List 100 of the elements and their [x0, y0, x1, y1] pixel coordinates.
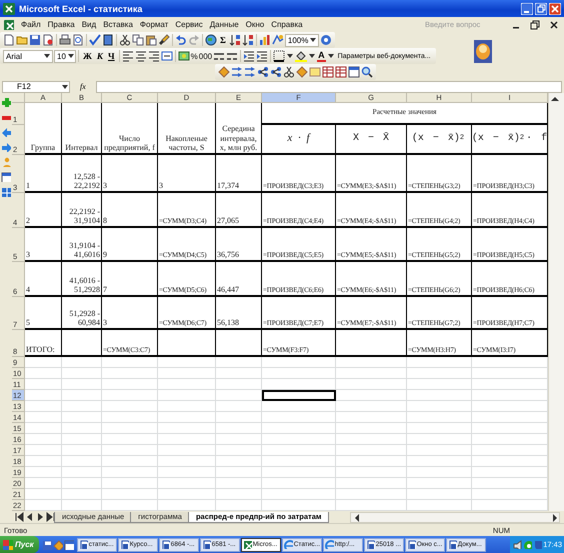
borders-icon[interactable]: [273, 50, 286, 62]
table-icon[interactable]: [322, 66, 334, 78]
printer-icon[interactable]: [59, 34, 71, 46]
sum-button[interactable]: Σ: [218, 35, 228, 45]
vertical-scrollbar[interactable]: [548, 93, 564, 511]
table-cell: Середина интервала, x, млн руб.: [216, 103, 262, 155]
first-sheet-icon[interactable]: [14, 511, 24, 523]
table-cell: Группа: [25, 103, 62, 155]
folder-icon[interactable]: [16, 34, 28, 46]
note-icon[interactable]: [309, 66, 321, 78]
table-cell: 1: [25, 155, 62, 193]
document-icon: [78, 540, 88, 549]
table-cell: 51,2928 - 60,984: [62, 297, 102, 330]
table-cell: 41,6016 - 51,2928: [62, 262, 102, 297]
underline-button[interactable]: Ч: [106, 51, 117, 61]
align-right-icon[interactable]: [148, 50, 160, 62]
sort-descending-icon[interactable]: [242, 34, 254, 46]
table-cell: 4: [25, 262, 62, 297]
brush-icon[interactable]: [158, 34, 170, 46]
table-cell: 5: [25, 297, 62, 330]
table-cell: 3: [102, 155, 158, 193]
align-center-icon[interactable]: [134, 50, 147, 62]
arrows-icon[interactable]: [231, 66, 243, 78]
bar-chart-icon[interactable]: [258, 34, 271, 46]
window-icon[interactable]: [1, 172, 11, 182]
menu-item[interactable]: Вид: [82, 20, 96, 29]
speaker-icon[interactable]: [513, 540, 522, 549]
new-document-icon[interactable]: [3, 34, 15, 46]
table-cell: 8: [102, 193, 158, 228]
restore-icon[interactable]: [529, 18, 541, 30]
sort-ascending-icon[interactable]: [228, 34, 241, 46]
help-icon[interactable]: [320, 34, 332, 46]
menu-item[interactable]: Сервис: [175, 20, 203, 29]
selected-cell[interactable]: [262, 390, 336, 401]
table-cell: 7: [102, 262, 158, 297]
clipboard-icon[interactable]: [145, 34, 157, 46]
table-cell: 9: [102, 228, 158, 262]
undo-icon[interactable]: [175, 34, 187, 46]
table-cell: X − X̄: [336, 125, 407, 155]
font-size-dropdown[interactable]: 10: [54, 50, 76, 62]
left-arrow-icon[interactable]: [1, 127, 11, 137]
globe-icon[interactable]: [205, 34, 217, 46]
scissors-icon[interactable]: [119, 34, 131, 46]
magnifier-icon[interactable]: [361, 66, 373, 78]
document-icon: [448, 540, 457, 549]
align-left-icon[interactable]: [122, 50, 134, 62]
drawing-icon[interactable]: [272, 34, 284, 46]
horizontal-scrollbar[interactable]: [350, 512, 560, 522]
bold-button[interactable]: Ж: [81, 51, 94, 61]
thousands-button[interactable]: 000: [198, 52, 212, 60]
nodes-icon[interactable]: [270, 66, 282, 78]
globe-icon: [324, 540, 334, 549]
menu-item[interactable]: Формат: [140, 20, 168, 29]
table-cell: 3: [25, 228, 62, 262]
menu-item[interactable]: Вставка: [103, 20, 133, 29]
table-cell: 31,9104 - 41,6016: [62, 228, 102, 262]
menu-item[interactable]: Данные: [210, 20, 239, 29]
close-icon[interactable]: [548, 18, 560, 30]
table-cell: 3: [158, 155, 216, 193]
arrows-icon[interactable]: [244, 66, 256, 78]
table-cell: Накопленые частоты, S: [158, 103, 216, 155]
menu-item[interactable]: Справка: [271, 20, 303, 29]
document-icon: [202, 540, 211, 549]
document-icon: [160, 540, 170, 549]
spell-check-icon[interactable]: [89, 34, 101, 46]
zoom-dropdown[interactable]: 100%: [284, 34, 320, 46]
outdent-icon[interactable]: [256, 50, 268, 62]
diamond-icon[interactable]: [218, 66, 230, 78]
spreadsheet-icon: [4, 20, 14, 30]
menu-item[interactable]: Правка: [48, 20, 75, 29]
menu-item[interactable]: Файл: [21, 20, 41, 29]
table-cell: 17,374: [216, 155, 262, 193]
document-icon[interactable]: [42, 34, 54, 46]
scissors-icon[interactable]: [283, 66, 295, 78]
excel-icon: [3, 2, 15, 14]
copy-icon[interactable]: [132, 34, 144, 46]
table-cell: 46,447: [216, 262, 262, 297]
font-dropdown[interactable]: Arial: [3, 50, 53, 62]
nodes-icon[interactable]: [257, 66, 269, 78]
formula-field[interactable]: [96, 80, 562, 92]
table-icon[interactable]: [335, 66, 347, 78]
diamond-icon[interactable]: [296, 66, 308, 78]
table-cell: 22,2192 - 31,9104: [62, 193, 102, 228]
indent-icon[interactable]: [243, 50, 256, 62]
percent-button[interactable]: %: [190, 52, 198, 60]
name-box[interactable]: F12: [2, 80, 70, 92]
print-preview-icon[interactable]: [72, 34, 84, 46]
table-cell: 3: [102, 297, 158, 330]
flag-icon: [3, 540, 13, 550]
window-icon[interactable]: [64, 540, 74, 550]
menu-item[interactable]: Окно: [246, 20, 264, 29]
currency-icon[interactable]: [178, 50, 190, 62]
font-color-button[interactable]: A: [317, 50, 326, 62]
fill-color-icon[interactable]: [295, 50, 308, 62]
merge-cells-icon[interactable]: [160, 50, 173, 62]
function-button[interactable]: fx: [80, 82, 86, 91]
table-cell: 12,528 - 22,2192: [62, 155, 102, 193]
right-arrow-icon[interactable]: [1, 142, 11, 152]
window-icon[interactable]: [348, 66, 360, 78]
italic-button[interactable]: К: [94, 51, 106, 61]
